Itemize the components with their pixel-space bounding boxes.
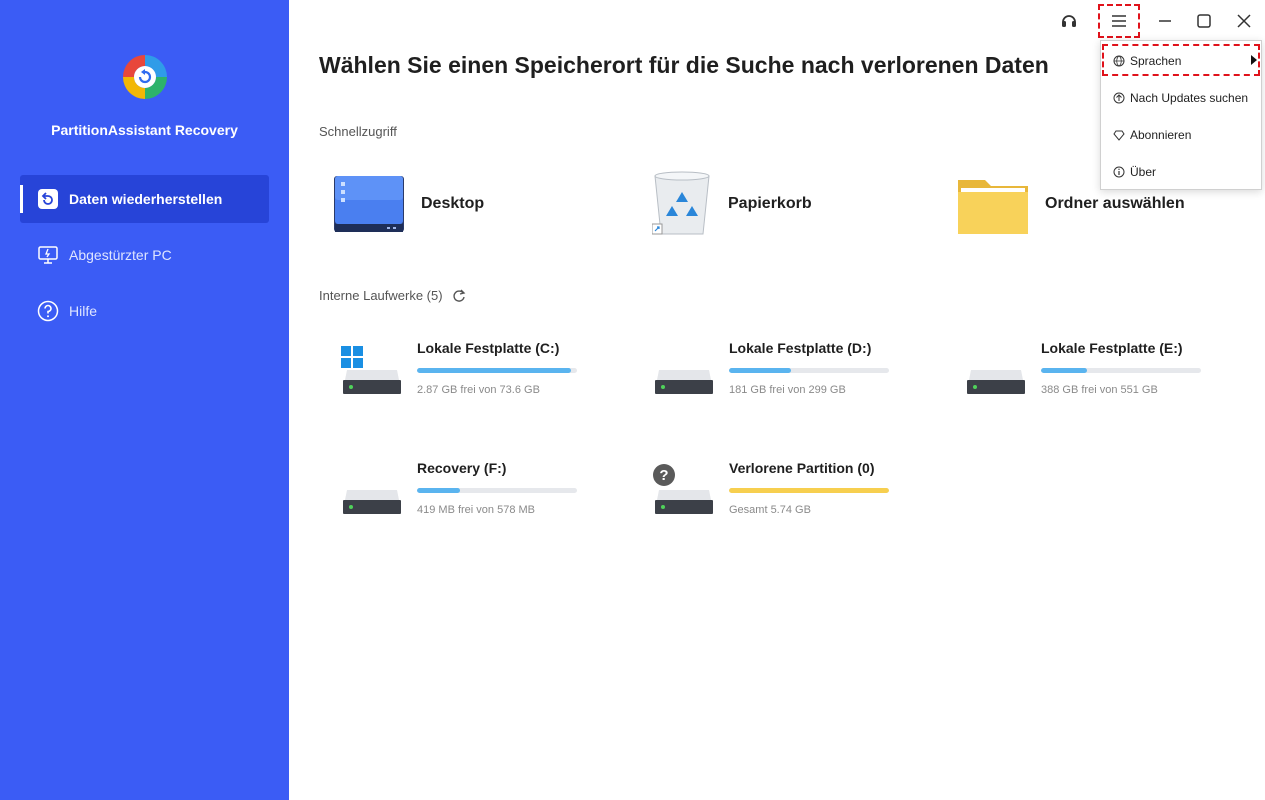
drive-info: Gesamt 5.74 GB [729, 504, 811, 516]
sidebar-item-abgestuerzter-pc[interactable]: Abgestürzter PC [20, 231, 269, 279]
sidebar-item-label: Hilfe [69, 303, 98, 319]
drive-info: 2.87 GB frei von 73.6 GB [417, 384, 540, 396]
desktop-icon [334, 176, 404, 232]
drive-name: Lokale Festplatte (E:) [1041, 340, 1183, 356]
drive-usage-bar [417, 368, 577, 373]
menu-item-label: Über [1130, 165, 1157, 179]
highlight-sprachen [1102, 44, 1260, 76]
drive-info: 181 GB frei von 299 GB [729, 384, 846, 396]
highlight-menu-button [1098, 4, 1140, 38]
quick-access-papierkorb[interactable]: Papierkorb [652, 168, 812, 240]
update-icon [1112, 91, 1126, 105]
drive-info: 388 GB frei von 551 GB [1041, 384, 1158, 396]
app-logo-icon [123, 55, 167, 99]
help-icon [37, 300, 59, 322]
hard-drive-icon [341, 344, 403, 400]
folder-icon [958, 180, 1028, 234]
info-icon [1112, 165, 1126, 179]
drive-name: Verlorene Partition (0) [729, 460, 875, 476]
drives-section-header: Interne Laufwerke (5) [319, 288, 466, 303]
drive-usage-fill [1041, 368, 1088, 373]
quick-access-label-papierkorb: Papierkorb [728, 195, 812, 212]
drive-card[interactable]: Recovery (F:) 419 MB frei von 578 MB [341, 460, 631, 540]
hard-drive-icon [341, 464, 403, 520]
drive-usage-fill [729, 488, 889, 493]
diamond-icon [1112, 128, 1126, 142]
menu-item-updates[interactable]: Nach Updates suchen [1101, 81, 1261, 115]
menu-item-abonnieren[interactable]: Abonnieren [1101, 118, 1261, 152]
drive-usage-fill [417, 488, 461, 493]
sidebar-item-label: Daten wiederherstellen [69, 191, 223, 207]
recycle-bin-icon [652, 171, 710, 235]
svg-text:?: ? [659, 467, 668, 484]
drives-label: Interne Laufwerke (5) [319, 288, 443, 303]
drive-card[interactable]: Lokale Festplatte (C:) 2.87 GB frei von … [341, 340, 631, 420]
menu-item-label: Nach Updates suchen [1130, 91, 1249, 105]
menu-item-ueber[interactable]: Über [1101, 155, 1261, 189]
drive-usage-fill [729, 368, 792, 373]
close-icon[interactable] [1229, 6, 1259, 36]
quick-access-label: Schnellzugriff [319, 124, 397, 139]
drive-name: Recovery (F:) [417, 460, 507, 476]
app-name: PartitionAssistant Recovery [51, 122, 238, 138]
drive-usage-bar [1041, 368, 1201, 373]
drive-usage-fill [417, 368, 571, 373]
page-title: Wählen Sie einen Speicherort für die Suc… [319, 52, 1049, 78]
drive-card[interactable]: ? Verlorene Partition (0) Gesamt 5.74 GB [653, 460, 943, 540]
sidebar: PartitionAssistant Recovery Daten wieder… [0, 0, 289, 800]
drive-usage-bar [729, 368, 889, 373]
restore-icon [37, 188, 59, 210]
drive-card[interactable]: Lokale Festplatte (E:) 388 GB frei von 5… [965, 340, 1255, 420]
hard-drive-icon [653, 344, 715, 400]
drive-name: Lokale Festplatte (C:) [417, 340, 560, 356]
quick-access-label-ordner: Ordner auswählen [1045, 195, 1185, 212]
drive-usage-bar [729, 488, 889, 493]
drive-name: Lokale Festplatte (D:) [729, 340, 872, 356]
minimize-icon[interactable] [1150, 6, 1180, 36]
sidebar-item-label: Abgestürzter PC [69, 247, 172, 263]
quick-access-label-desktop: Desktop [421, 195, 485, 212]
drive-info: 419 MB frei von 578 MB [417, 504, 536, 516]
monitor-icon [37, 244, 59, 266]
drive-card[interactable]: Lokale Festplatte (D:) 181 GB frei von 2… [653, 340, 943, 420]
drive-usage-bar [417, 488, 577, 493]
quick-access-desktop[interactable]: Desktop [333, 168, 484, 240]
support-headset-icon[interactable] [1054, 6, 1084, 36]
maximize-icon[interactable] [1189, 6, 1219, 36]
refresh-icon[interactable] [452, 289, 466, 303]
hard-drive-icon: ? [653, 464, 715, 520]
sidebar-item-hilfe[interactable]: Hilfe [20, 287, 269, 335]
hard-drive-icon [965, 344, 1027, 400]
sidebar-item-daten-wiederherstellen[interactable]: Daten wiederherstellen [20, 175, 269, 223]
menu-item-label: Abonnieren [1130, 128, 1192, 142]
